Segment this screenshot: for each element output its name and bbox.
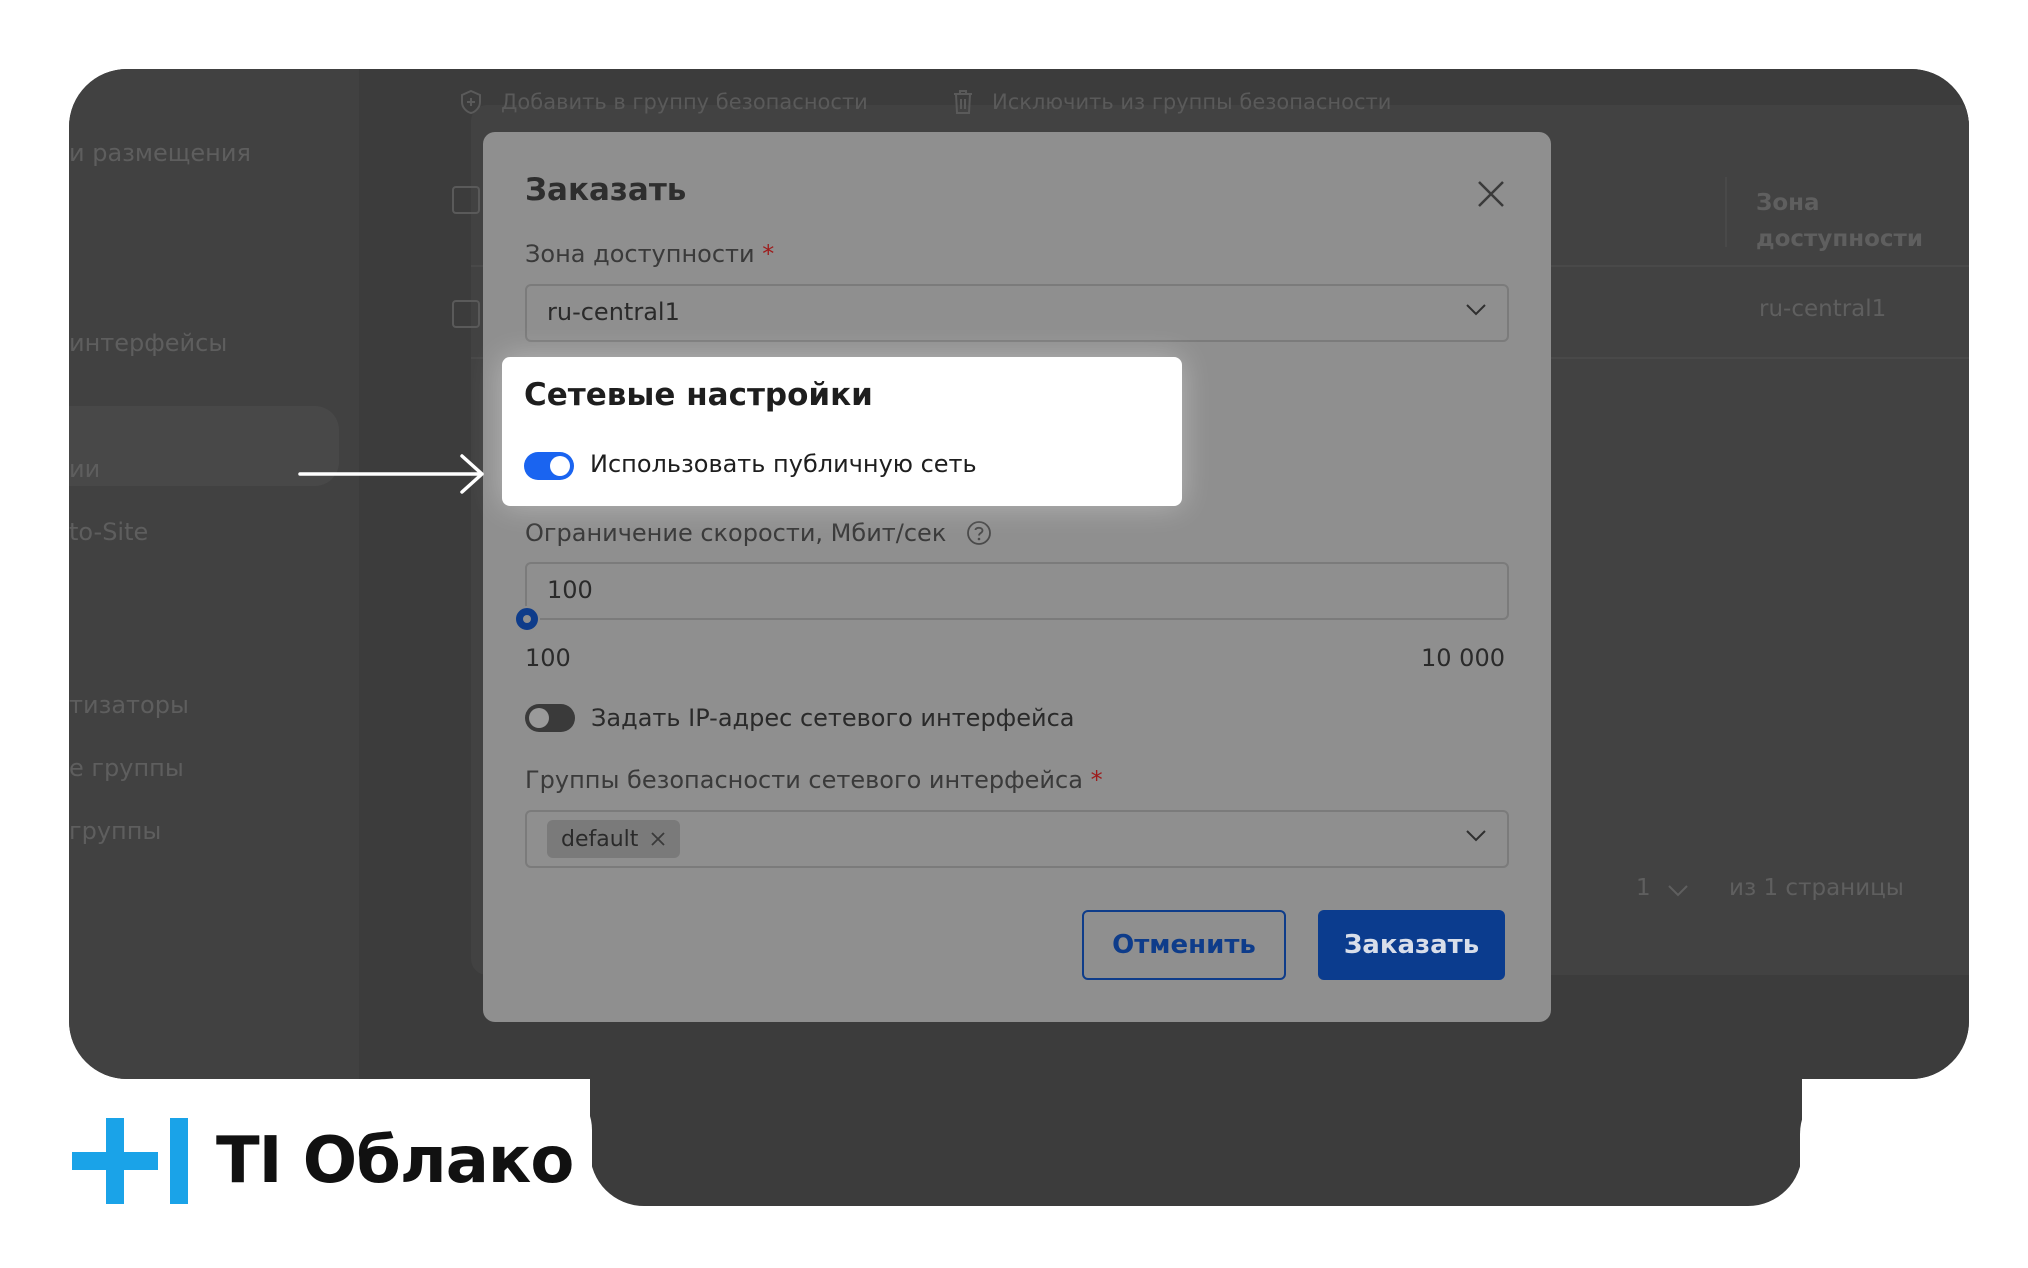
add-to-security-group-label: Добавить в группу безопасности bbox=[501, 90, 868, 114]
security-group-chip-label: default bbox=[561, 826, 639, 852]
brand-logo-icon bbox=[72, 1118, 188, 1204]
network-settings-highlight: Сетевые настройки Использовать публичную… bbox=[502, 357, 1182, 506]
zone-label-text: Зона доступности bbox=[525, 240, 755, 268]
close-icon[interactable] bbox=[1473, 176, 1509, 212]
zone-select[interactable]: ru-central1 bbox=[525, 284, 1509, 342]
sidebar-item-balancers[interactable]: тизаторы bbox=[69, 691, 189, 719]
remove-from-security-group-button[interactable]: Исключить из группы безопасности bbox=[952, 89, 1391, 115]
sidebar-item-site-to-site[interactable]: to-Site bbox=[69, 518, 148, 546]
speed-limit-label: Ограничение скорости, Мбит/сек bbox=[525, 519, 992, 547]
arrow-right-icon bbox=[298, 454, 484, 494]
row-zone-value: ru-central1 bbox=[1759, 296, 1887, 322]
slider-max-label: 10 000 bbox=[1421, 644, 1505, 672]
brand-name: TI Облако bbox=[216, 1124, 574, 1198]
security-groups-label: Группы безопасности сетевого интерфейса … bbox=[525, 766, 1103, 794]
frame-bottom bbox=[590, 1000, 1802, 1206]
pagination-total: из 1 страницы bbox=[1729, 875, 1904, 901]
sidebar-item-3[interactable]: ии bbox=[69, 455, 100, 483]
sidebar-item-interfaces[interactable]: интерфейсы bbox=[69, 329, 227, 357]
row-checkbox[interactable] bbox=[452, 300, 480, 328]
set-ip-toggle[interactable] bbox=[525, 704, 575, 732]
speed-limit-value: 100 bbox=[547, 576, 593, 604]
add-to-security-group-button[interactable]: Добавить в группу безопасности bbox=[459, 89, 868, 115]
brand-logo: TI Облако bbox=[72, 1118, 574, 1204]
security-group-chip: default bbox=[547, 820, 681, 858]
chevron-down-icon bbox=[1466, 830, 1486, 842]
zone-label: Зона доступности * bbox=[525, 240, 774, 268]
sidebar-item-groups[interactable]: е группы bbox=[69, 754, 184, 782]
chevron-down-icon bbox=[1668, 885, 1688, 897]
modal-title: Заказать bbox=[525, 172, 687, 208]
column-divider bbox=[1725, 177, 1727, 247]
security-groups-select[interactable]: default bbox=[525, 810, 1509, 868]
network-settings-title: Сетевые настройки bbox=[524, 377, 873, 413]
public-network-toggle[interactable] bbox=[524, 452, 574, 480]
remove-from-security-group-label: Исключить из группы безопасности bbox=[992, 90, 1392, 114]
security-groups-label-text: Группы безопасности сетевого интерфейса bbox=[525, 766, 1083, 794]
speed-limit-input[interactable]: 100 bbox=[525, 562, 1509, 620]
required-mark: * bbox=[762, 240, 775, 268]
order-button[interactable]: Заказать bbox=[1318, 910, 1505, 980]
slider-min-label: 100 bbox=[525, 644, 571, 672]
speed-slider-handle[interactable] bbox=[514, 606, 540, 632]
zone-select-value: ru-central1 bbox=[547, 298, 680, 326]
set-ip-label: Задать IP-адрес сетевого интерфейса bbox=[591, 704, 1075, 732]
help-icon[interactable] bbox=[966, 520, 992, 546]
select-all-checkbox[interactable] bbox=[452, 186, 480, 214]
sidebar-item-groups-2[interactable]: группы bbox=[69, 817, 161, 845]
order-modal: Заказать Зона доступности * ru-central1 … bbox=[483, 132, 1551, 1022]
public-network-label: Использовать публичную сеть bbox=[590, 450, 977, 478]
pagination-page-select[interactable]: 1 bbox=[1636, 875, 1651, 901]
sidebar: и размещения интерфейсы ии to-Site тизат… bbox=[69, 69, 359, 1079]
frame-corner-cutout bbox=[1800, 1080, 2028, 1268]
cancel-button[interactable]: Отменить bbox=[1082, 910, 1286, 980]
sidebar-item-placement[interactable]: и размещения bbox=[69, 139, 251, 167]
column-header-zone[interactable]: Зона доступности bbox=[1756, 185, 1926, 257]
required-mark: * bbox=[1090, 766, 1103, 794]
chip-close-icon[interactable] bbox=[650, 831, 666, 847]
chevron-down-icon bbox=[1466, 304, 1486, 316]
speed-limit-label-text: Ограничение скорости, Мбит/сек bbox=[525, 519, 947, 547]
shield-plus-icon bbox=[461, 89, 481, 115]
trash-icon bbox=[954, 90, 972, 114]
